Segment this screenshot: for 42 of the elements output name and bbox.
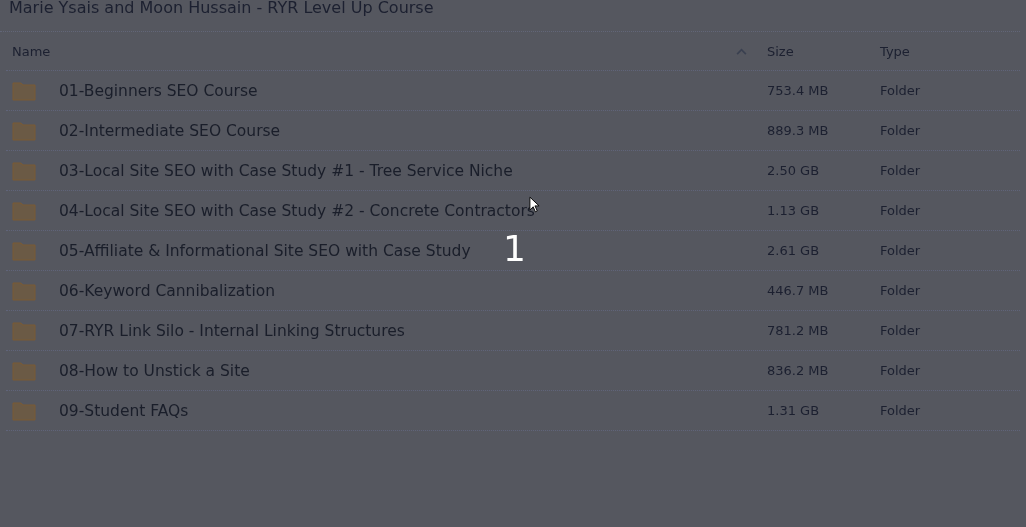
file-type: Folder [880, 123, 921, 138]
file-size: 889.3 MB [767, 123, 829, 138]
file-size: 781.2 MB [767, 323, 829, 338]
sort-caret-icon[interactable] [736, 47, 747, 55]
folder-icon [12, 240, 36, 261]
file-type: Folder [880, 323, 921, 338]
file-size: 2.61 GB [767, 243, 820, 258]
folder-name[interactable]: 06-Keyword Cannibalization [59, 281, 275, 300]
folder-icon [12, 360, 36, 381]
countdown-number: 1 [503, 231, 526, 267]
file-size: 753.4 MB [767, 83, 829, 98]
column-header[interactable]: Name [12, 43, 51, 59]
folder-name[interactable]: 02-Intermediate SEO Course [59, 121, 281, 140]
folder-name[interactable]: 04-Local Site SEO with Case Study #2 - Concrete Contractors [59, 201, 535, 220]
file-type: Folder [880, 83, 921, 98]
folder-name[interactable]: 01-Beginners SEO Course [59, 81, 258, 100]
folder-icon [12, 200, 36, 221]
file-type: Folder [880, 283, 921, 298]
folder-icon [12, 120, 36, 141]
folder-icon [12, 160, 36, 181]
file-type: Folder [880, 243, 921, 258]
folder-icon [12, 80, 36, 101]
file-type: Folder [880, 163, 921, 178]
page-title: Marie Ysais and Moon Hussain - RYR Level Up Course [0, 0, 1020, 32]
file-size: 446.7 MB [767, 283, 829, 298]
file-size: 2.50 GB [767, 163, 820, 178]
file-type: Folder [880, 203, 921, 218]
column-header[interactable]: Type [880, 43, 910, 59]
folder-icon [12, 320, 36, 341]
folder-name[interactable]: 07-RYR Link Silo - Internal Linking Structures [59, 321, 405, 340]
file-type: Folder [880, 403, 921, 418]
folder-icon [12, 280, 36, 301]
file-size: 1.13 GB [767, 203, 820, 218]
file-size: 1.31 GB [767, 403, 820, 418]
file-size: 836.2 MB [767, 363, 829, 378]
folder-name[interactable]: 03-Local Site SEO with Case Study #1 - Tree Service Niche [59, 161, 513, 180]
file-type: Folder [880, 363, 921, 378]
folder-icon [12, 400, 36, 421]
folder-name[interactable]: 09-Student FAQs [59, 401, 189, 420]
folder-name[interactable]: 08-How to Unstick a Site [59, 361, 250, 380]
folder-name[interactable]: 05-Affiliate & Informational Site SEO with Case Study [59, 241, 471, 260]
column-header[interactable]: Size [767, 43, 794, 59]
